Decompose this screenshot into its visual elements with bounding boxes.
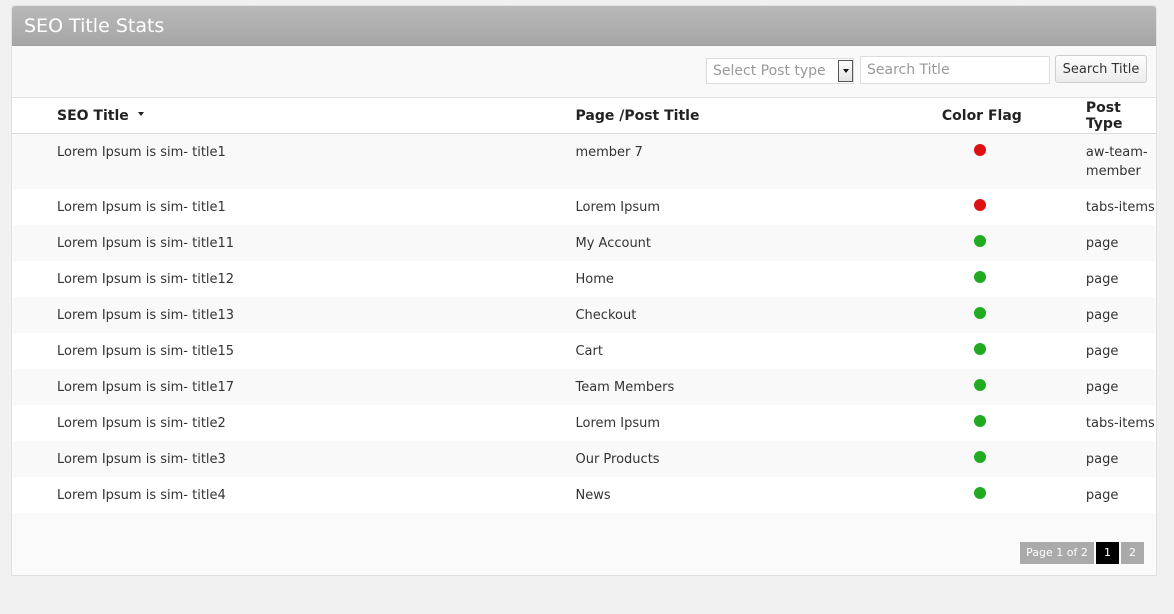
flag-green-icon: [973, 379, 986, 391]
panel-title: SEO Title Stats: [24, 15, 165, 37]
seo-title-cell: Lorem Ipsum is sim- title13: [12, 297, 576, 333]
flag-green-icon: [973, 487, 986, 499]
page-1-button[interactable]: 1: [1096, 542, 1119, 564]
color-flag-cell: [907, 297, 1086, 333]
post-type-cell: tabs-items: [1085, 405, 1156, 441]
seo-title-cell: Lorem Ipsum is sim- title1: [12, 133, 576, 189]
seo-title-stats-panel: SEO Title Stats Select Post type Search …: [11, 5, 1157, 576]
column-header-color-flag: Color Flag: [907, 98, 1086, 134]
seo-stats-table: SEO Title Page /Post Title Color Flag Po…: [12, 98, 1156, 513]
chevron-down-icon[interactable]: [838, 60, 853, 82]
color-flag-cell: [907, 133, 1086, 189]
table-row: Lorem Ipsum is sim- title11 My Account pag…: [12, 225, 1156, 261]
seo-title-cell: Lorem Ipsum is sim- title11: [12, 225, 576, 261]
column-header-page-title: Page /Post Title: [575, 98, 908, 134]
flag-green-icon: [973, 307, 986, 319]
post-type-select[interactable]: Select Post type: [706, 58, 854, 84]
color-flag-cell: [907, 261, 1086, 297]
seo-title-cell: Lorem Ipsum is sim- title2: [12, 405, 576, 441]
post-type-cell: page: [1085, 441, 1156, 477]
table-row: Lorem Ipsum is sim- title2 Lorem Ipsum tab…: [12, 405, 1156, 441]
flag-red-icon: [973, 144, 986, 156]
seo-title-cell: Lorem Ipsum is sim- title1: [12, 189, 576, 225]
table-row: Lorem Ipsum is sim- title1 Lorem Ipsum tab…: [12, 189, 1156, 225]
color-flag-cell: [907, 369, 1086, 405]
color-flag-cell: [907, 189, 1086, 225]
color-flag-cell: [907, 225, 1086, 261]
pagination: Page 1 of 2 1 2: [1020, 542, 1144, 564]
seo-title-cell: Lorem Ipsum is sim- title15: [12, 333, 576, 369]
flag-green-icon: [973, 343, 986, 355]
color-flag-cell: [907, 405, 1086, 441]
page-title-cell: Home: [575, 261, 908, 297]
filter-toolbar: Select Post type Search Title: [12, 46, 1156, 98]
column-header-post-type: Post Type: [1085, 98, 1156, 134]
page-title-cell: Team Members: [575, 369, 908, 405]
page-title-cell: Lorem Ipsum: [575, 189, 908, 225]
seo-title-cell: Lorem Ipsum is sim- title17: [12, 369, 576, 405]
flag-green-icon: [973, 415, 986, 427]
panel-header: SEO Title Stats: [12, 6, 1156, 46]
color-flag-cell: [907, 441, 1086, 477]
post-type-cell: page: [1085, 261, 1156, 297]
table-body: Lorem Ipsum is sim- title1 member 7 aw-tea…: [12, 133, 1156, 513]
flag-red-icon: [973, 199, 986, 211]
page-title-cell: member 7: [575, 133, 908, 189]
post-type-cell: page: [1085, 477, 1156, 513]
color-flag-cell: [907, 477, 1086, 513]
page-info: Page 1 of 2: [1020, 542, 1094, 564]
page-title-cell: Cart: [575, 333, 908, 369]
post-type-cell: page: [1085, 297, 1156, 333]
post-type-select-placeholder: Select Post type: [713, 63, 826, 79]
post-type-cell: aw-team-member: [1085, 133, 1156, 189]
flag-green-icon: [973, 271, 986, 283]
post-type-cell: tabs-items: [1085, 189, 1156, 225]
page-2-button[interactable]: 2: [1121, 542, 1144, 564]
seo-title-cell: Lorem Ipsum is sim- title12: [12, 261, 576, 297]
page-title-cell: My Account: [575, 225, 908, 261]
flag-green-icon: [973, 451, 986, 463]
page-title-cell: Lorem Ipsum: [575, 405, 908, 441]
table-row: Lorem Ipsum is sim- title17 Team Members p…: [12, 369, 1156, 405]
page-title-cell: Checkout: [575, 297, 908, 333]
post-type-cell: page: [1085, 225, 1156, 261]
color-flag-cell: [907, 333, 1086, 369]
table-row: Lorem Ipsum is sim- title1 member 7 aw-tea…: [12, 133, 1156, 189]
table-row: Lorem Ipsum is sim- title15 Cart page: [12, 333, 1156, 369]
table-row: Lorem Ipsum is sim- title4 News page: [12, 477, 1156, 513]
column-header-seo-title[interactable]: SEO Title: [12, 98, 576, 134]
search-title-button[interactable]: Search Title: [1055, 55, 1147, 83]
post-type-cell: page: [1085, 333, 1156, 369]
page-title-cell: Our Products: [575, 441, 908, 477]
search-title-input[interactable]: [860, 56, 1050, 84]
table-row: Lorem Ipsum is sim- title3 Our Products pa…: [12, 441, 1156, 477]
seo-title-cell: Lorem Ipsum is sim- title3: [12, 441, 576, 477]
table-header-row: SEO Title Page /Post Title Color Flag Po…: [12, 98, 1156, 134]
sort-descending-icon: [137, 111, 144, 116]
column-header-label: SEO Title: [57, 107, 129, 124]
seo-title-cell: Lorem Ipsum is sim- title4: [12, 477, 576, 513]
page-title-cell: News: [575, 477, 908, 513]
flag-green-icon: [973, 235, 986, 247]
table-row: Lorem Ipsum is sim- title13 Checkout page: [12, 297, 1156, 333]
post-type-cell: page: [1085, 369, 1156, 405]
table-row: Lorem Ipsum is sim- title12 Home page: [12, 261, 1156, 297]
